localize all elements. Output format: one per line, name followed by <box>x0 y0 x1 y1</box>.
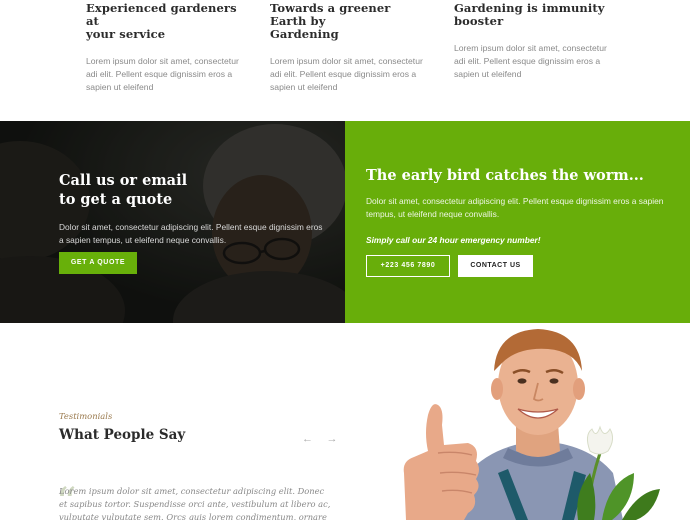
quote-content: Call us or email to get a quote Dolor sit… <box>59 171 329 247</box>
phone-button[interactable]: +223 456 7890 <box>366 255 450 277</box>
feature-text: Lorem ipsum dolor sit amet, consectetur … <box>454 43 607 79</box>
feature-text: Lorem ipsum dolor sit amet, consectetur … <box>270 56 423 92</box>
section-eyebrow: Testimonials <box>59 411 113 421</box>
section-title: What People Say <box>59 427 186 443</box>
feature-title[interactable]: Experienced gardeners at your service <box>86 2 246 41</box>
feature-title[interactable]: Towards a greener Earth by Gardening <box>270 2 430 41</box>
features-section: Experienced gardeners at your service Lor… <box>0 0 690 121</box>
next-arrow-icon[interactable]: → <box>326 433 337 445</box>
emergency-text: Simply call our 24 hour emergency number… <box>366 235 541 245</box>
get-quote-button[interactable]: GET A QUOTE <box>59 252 137 274</box>
feature-card: Gardening is immunity booster Lorem ipsum… <box>454 2 614 81</box>
contact-us-button[interactable]: CONTACT US <box>458 255 533 277</box>
contact-title: The early bird catches the worm... <box>366 167 644 184</box>
gardener-photo <box>403 329 660 520</box>
feature-card: Experienced gardeners at your service Lor… <box>86 2 246 94</box>
feature-title[interactable]: Gardening is immunity booster <box>454 2 614 28</box>
quote-text: Dolor sit amet, consectetur adipiscing e… <box>59 222 323 245</box>
testimonials-section: Testimonials What People Say ← → “ Lorem… <box>0 323 690 520</box>
slider-arrows: ← → <box>302 429 346 447</box>
contact-panel: The early bird catches the worm... Dolor… <box>345 121 690 323</box>
feature-text: Lorem ipsum dolor sit amet, consectetur … <box>86 56 239 92</box>
prev-arrow-icon[interactable]: ← <box>302 433 313 445</box>
testimonial-quote: Lorem ipsum dolor sit amet, consectetur … <box>59 486 331 520</box>
quote-panel: Call us or email to get a quote Dolor sit… <box>0 121 345 323</box>
feature-card: Towards a greener Earth by Gardening Lore… <box>270 2 430 94</box>
quote-title: Call us or email to get a quote <box>59 172 188 208</box>
contact-text: Dolor sit amet, consectetur adipiscing e… <box>366 196 664 219</box>
